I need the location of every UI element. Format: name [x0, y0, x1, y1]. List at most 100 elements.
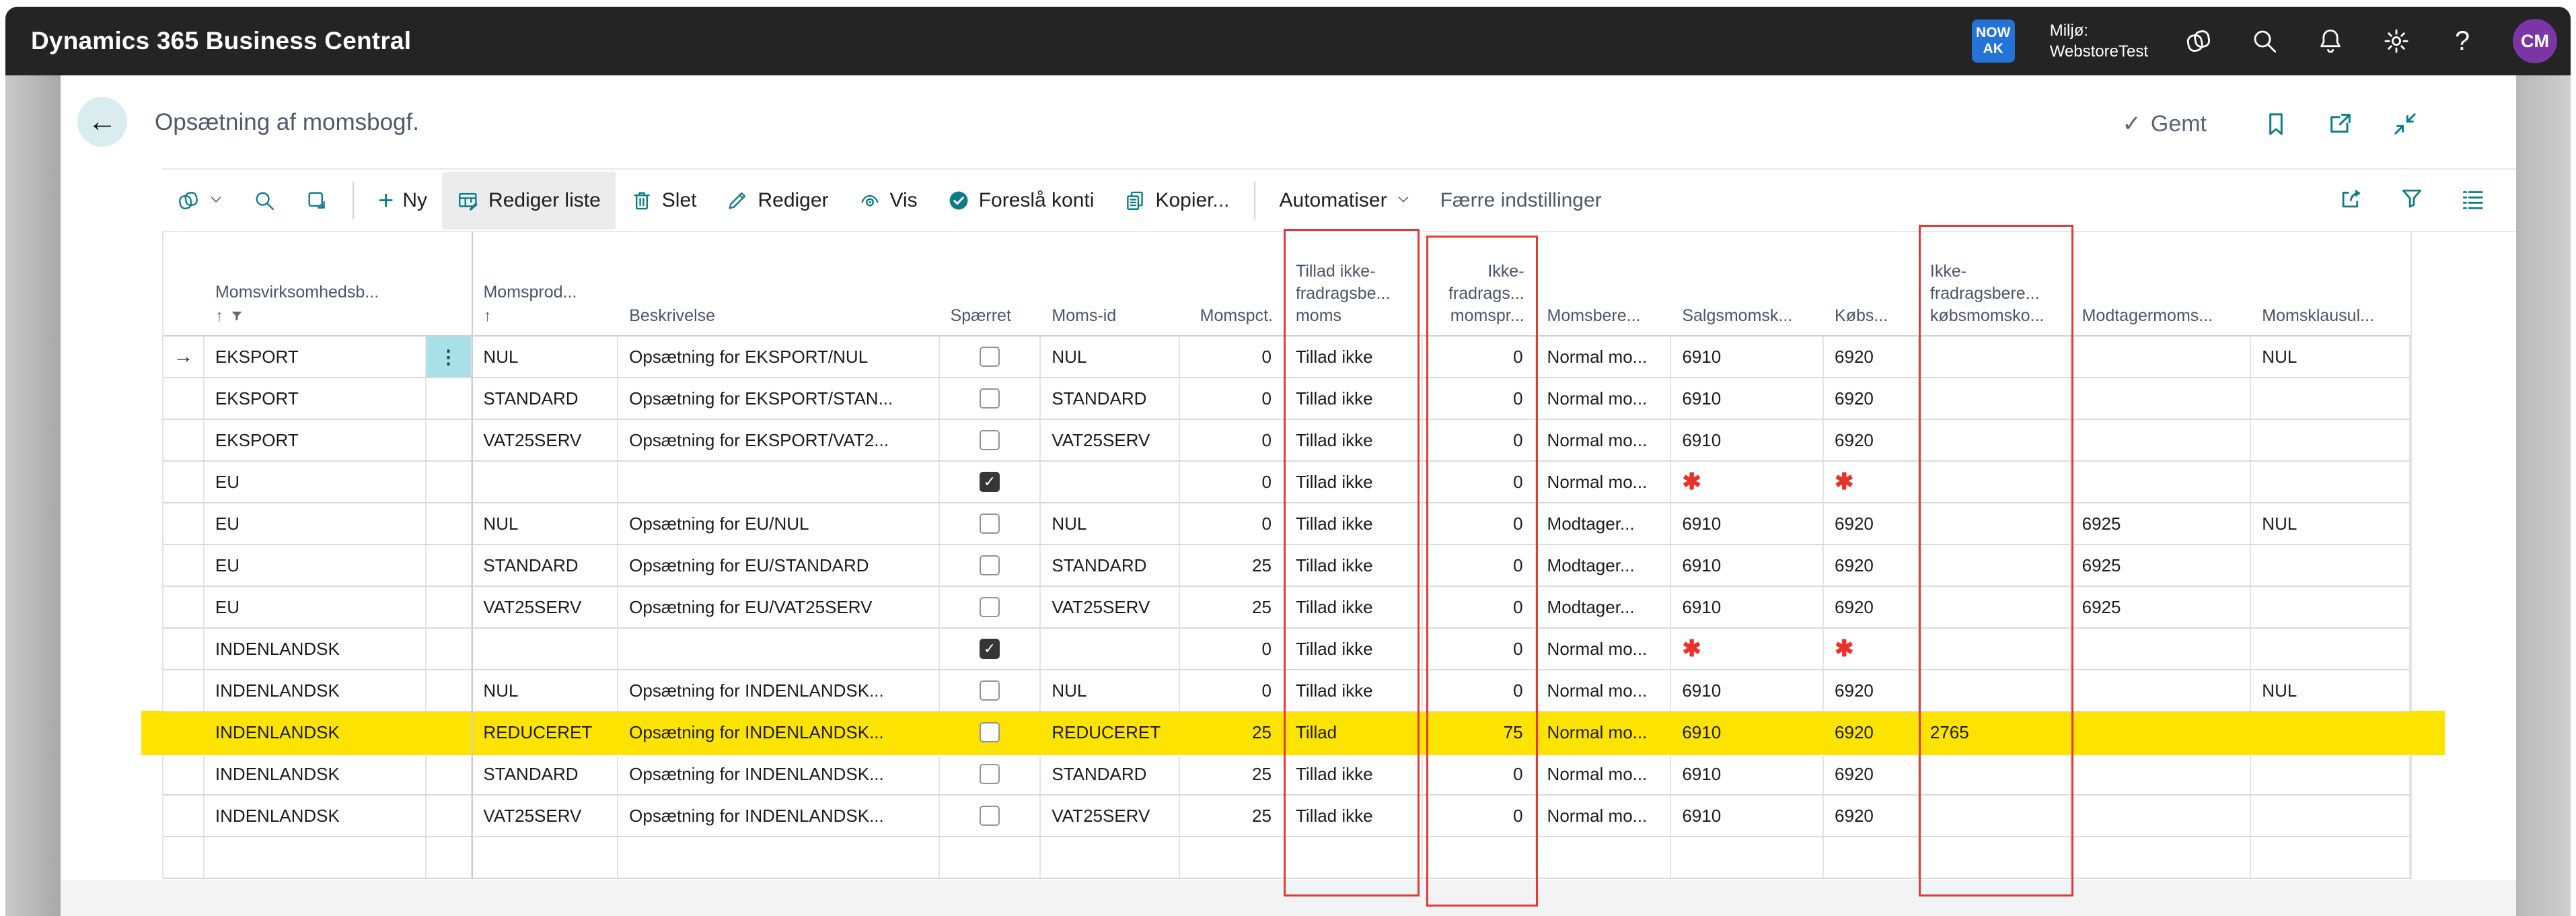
- column-header-reverse[interactable]: Modtagermoms...: [2071, 232, 2252, 335]
- table-row[interactable]: →EKSPORT⋮NULOpsætning for EKSPORT/NULNUL…: [163, 337, 2411, 378]
- cell-reverse[interactable]: [2071, 462, 2252, 502]
- cell-vatid[interactable]: VAT25SERV: [1041, 796, 1180, 836]
- column-header-vatid[interactable]: Moms-id: [1041, 232, 1180, 335]
- cell-descr[interactable]: [618, 837, 939, 878]
- cell-nondedacct[interactable]: [1919, 587, 2071, 627]
- cell-calc[interactable]: Normal mo...: [1537, 629, 1672, 669]
- cell-vbpg[interactable]: INDENLANDSK: [205, 670, 427, 711]
- view-button[interactable]: Vis: [844, 172, 932, 230]
- cell-allow[interactable]: Tillad ikke: [1285, 420, 1423, 460]
- column-header-blocked[interactable]: Spærret: [940, 232, 1041, 335]
- cell-pct[interactable]: [1180, 837, 1285, 878]
- cell-purch[interactable]: 6920: [1824, 337, 1919, 377]
- cell-sales[interactable]: 6910: [1671, 503, 1824, 544]
- cell-vppg[interactable]: REDUCERET: [472, 712, 618, 752]
- bookmark-icon[interactable]: [2262, 110, 2289, 141]
- cell-descr[interactable]: Opsætning for INDENLANDSK...: [618, 796, 939, 836]
- cell-vbpg[interactable]: EU: [205, 545, 427, 586]
- cell-vppg[interactable]: STANDARD: [472, 754, 618, 794]
- cell-selector[interactable]: [163, 462, 205, 502]
- cell-allow[interactable]: Tillad ikke: [1285, 587, 1423, 627]
- cell-vppg[interactable]: VAT25SERV: [472, 796, 618, 836]
- cell-calc[interactable]: Normal mo...: [1537, 378, 1672, 419]
- cell-pct[interactable]: 0: [1180, 670, 1285, 711]
- cell-sales[interactable]: ✱: [1671, 629, 1824, 669]
- edit-button[interactable]: Rediger: [711, 172, 843, 230]
- cell-calc[interactable]: Normal mo...: [1537, 462, 1672, 502]
- cell-vbpg[interactable]: [205, 837, 427, 878]
- cell-purch[interactable]: ✱: [1824, 462, 1919, 502]
- cell-reverse[interactable]: 6925: [2071, 545, 2252, 586]
- cell-vbpg[interactable]: EU: [205, 503, 427, 544]
- cell-nondedpct[interactable]: 0: [1423, 462, 1537, 502]
- table-row[interactable]: EU✓0Tillad ikke0Normal mo...✱✱: [163, 462, 2411, 503]
- blocked-checkbox[interactable]: [980, 430, 1000, 450]
- blocked-checkbox[interactable]: ✓: [980, 472, 1000, 492]
- cell-descr[interactable]: Opsætning for INDENLANDSK...: [618, 670, 939, 711]
- row-context-menu-icon[interactable]: ⋮: [427, 337, 472, 377]
- filter-icon[interactable]: [2399, 186, 2425, 215]
- cell-blocked[interactable]: [940, 378, 1041, 419]
- cell-nondedpct[interactable]: 0: [1423, 503, 1537, 544]
- cell-nondedpct[interactable]: [1423, 837, 1537, 878]
- cell-menu[interactable]: [427, 503, 473, 544]
- cell-vppg[interactable]: [472, 462, 618, 502]
- cell-purch[interactable]: 6920: [1824, 545, 1919, 586]
- cell-selector[interactable]: [163, 837, 205, 878]
- cell-allow[interactable]: Tillad ikke: [1285, 796, 1423, 836]
- cell-blocked[interactable]: [940, 754, 1041, 794]
- cell-vbpg[interactable]: EU: [205, 462, 427, 502]
- notifications-bell-icon[interactable]: [2315, 26, 2346, 57]
- cell-nondedpct[interactable]: 0: [1423, 796, 1537, 836]
- column-header-menu[interactable]: [427, 232, 473, 335]
- environment-badge[interactable]: NOW AK: [1972, 20, 2015, 63]
- column-header-calc[interactable]: Momsbere...: [1537, 232, 1672, 335]
- blocked-checkbox[interactable]: ✓: [980, 639, 1000, 659]
- cell-descr[interactable]: Opsætning for EKSPORT/NUL: [618, 337, 939, 377]
- cell-clause[interactable]: [2251, 837, 2411, 878]
- blocked-checkbox[interactable]: [980, 514, 1000, 534]
- column-header-selector[interactable]: [163, 232, 205, 335]
- cell-calc[interactable]: [1537, 837, 1672, 878]
- cell-menu[interactable]: [427, 837, 473, 878]
- cell-calc[interactable]: Normal mo...: [1537, 420, 1672, 460]
- cell-allow[interactable]: Tillad ikke: [1285, 462, 1423, 502]
- cell-reverse[interactable]: [2071, 337, 2252, 377]
- blocked-checkbox[interactable]: [980, 597, 1000, 617]
- column-header-sales[interactable]: Salgsmomsk...: [1671, 232, 1824, 335]
- cell-vbpg[interactable]: INDENLANDSK: [205, 754, 427, 794]
- cell-purch[interactable]: 6920: [1824, 670, 1919, 711]
- cell-vbpg[interactable]: INDENLANDSK: [205, 629, 427, 669]
- cell-clause[interactable]: NUL: [2251, 670, 2411, 711]
- table-row[interactable]: INDENLANDSK✓0Tillad ikke0Normal mo...✱✱: [163, 629, 2411, 670]
- blocked-checkbox[interactable]: [980, 806, 1000, 826]
- table-row[interactable]: EUSTANDARDOpsætning for EU/STANDARDSTAND…: [163, 545, 2411, 587]
- cell-clause[interactable]: NUL: [2251, 337, 2411, 377]
- cell-nondedacct[interactable]: [1919, 796, 2071, 836]
- cell-sales[interactable]: 6910: [1671, 712, 1824, 752]
- cell-blocked[interactable]: [940, 712, 1041, 752]
- copy-button[interactable]: Kopier...: [1109, 172, 1244, 230]
- cell-vppg[interactable]: STANDARD: [472, 378, 618, 419]
- cell-nondedacct[interactable]: [1919, 420, 2071, 460]
- cell-sales[interactable]: 6910: [1671, 337, 1824, 377]
- cell-vatid[interactable]: NUL: [1041, 670, 1180, 711]
- cell-calc[interactable]: Normal mo...: [1537, 337, 1672, 377]
- cell-blocked[interactable]: [940, 837, 1041, 878]
- table-row[interactable]: [163, 837, 2411, 879]
- cell-selector[interactable]: [163, 712, 205, 752]
- search-icon[interactable]: [2249, 26, 2280, 57]
- cell-menu[interactable]: [427, 670, 473, 711]
- cell-clause[interactable]: [2251, 462, 2411, 502]
- cell-purch[interactable]: 6920: [1824, 587, 1919, 627]
- cell-vatid[interactable]: VAT25SERV: [1041, 587, 1180, 627]
- cell-clause[interactable]: [2251, 378, 2411, 419]
- cell-descr[interactable]: Opsætning for INDENLANDSK...: [618, 712, 939, 752]
- cell-vatid[interactable]: NUL: [1041, 503, 1180, 544]
- cell-vbpg[interactable]: INDENLANDSK: [205, 712, 427, 752]
- table-row[interactable]: EUVAT25SERVOpsætning for EU/VAT25SERVVAT…: [163, 587, 2411, 629]
- cell-nondedpct[interactable]: 75: [1423, 712, 1537, 752]
- cell-reverse[interactable]: [2071, 629, 2252, 669]
- column-header-vbpg[interactable]: Momsvirksomhedsb...↑: [205, 232, 427, 335]
- cell-menu[interactable]: [427, 712, 473, 752]
